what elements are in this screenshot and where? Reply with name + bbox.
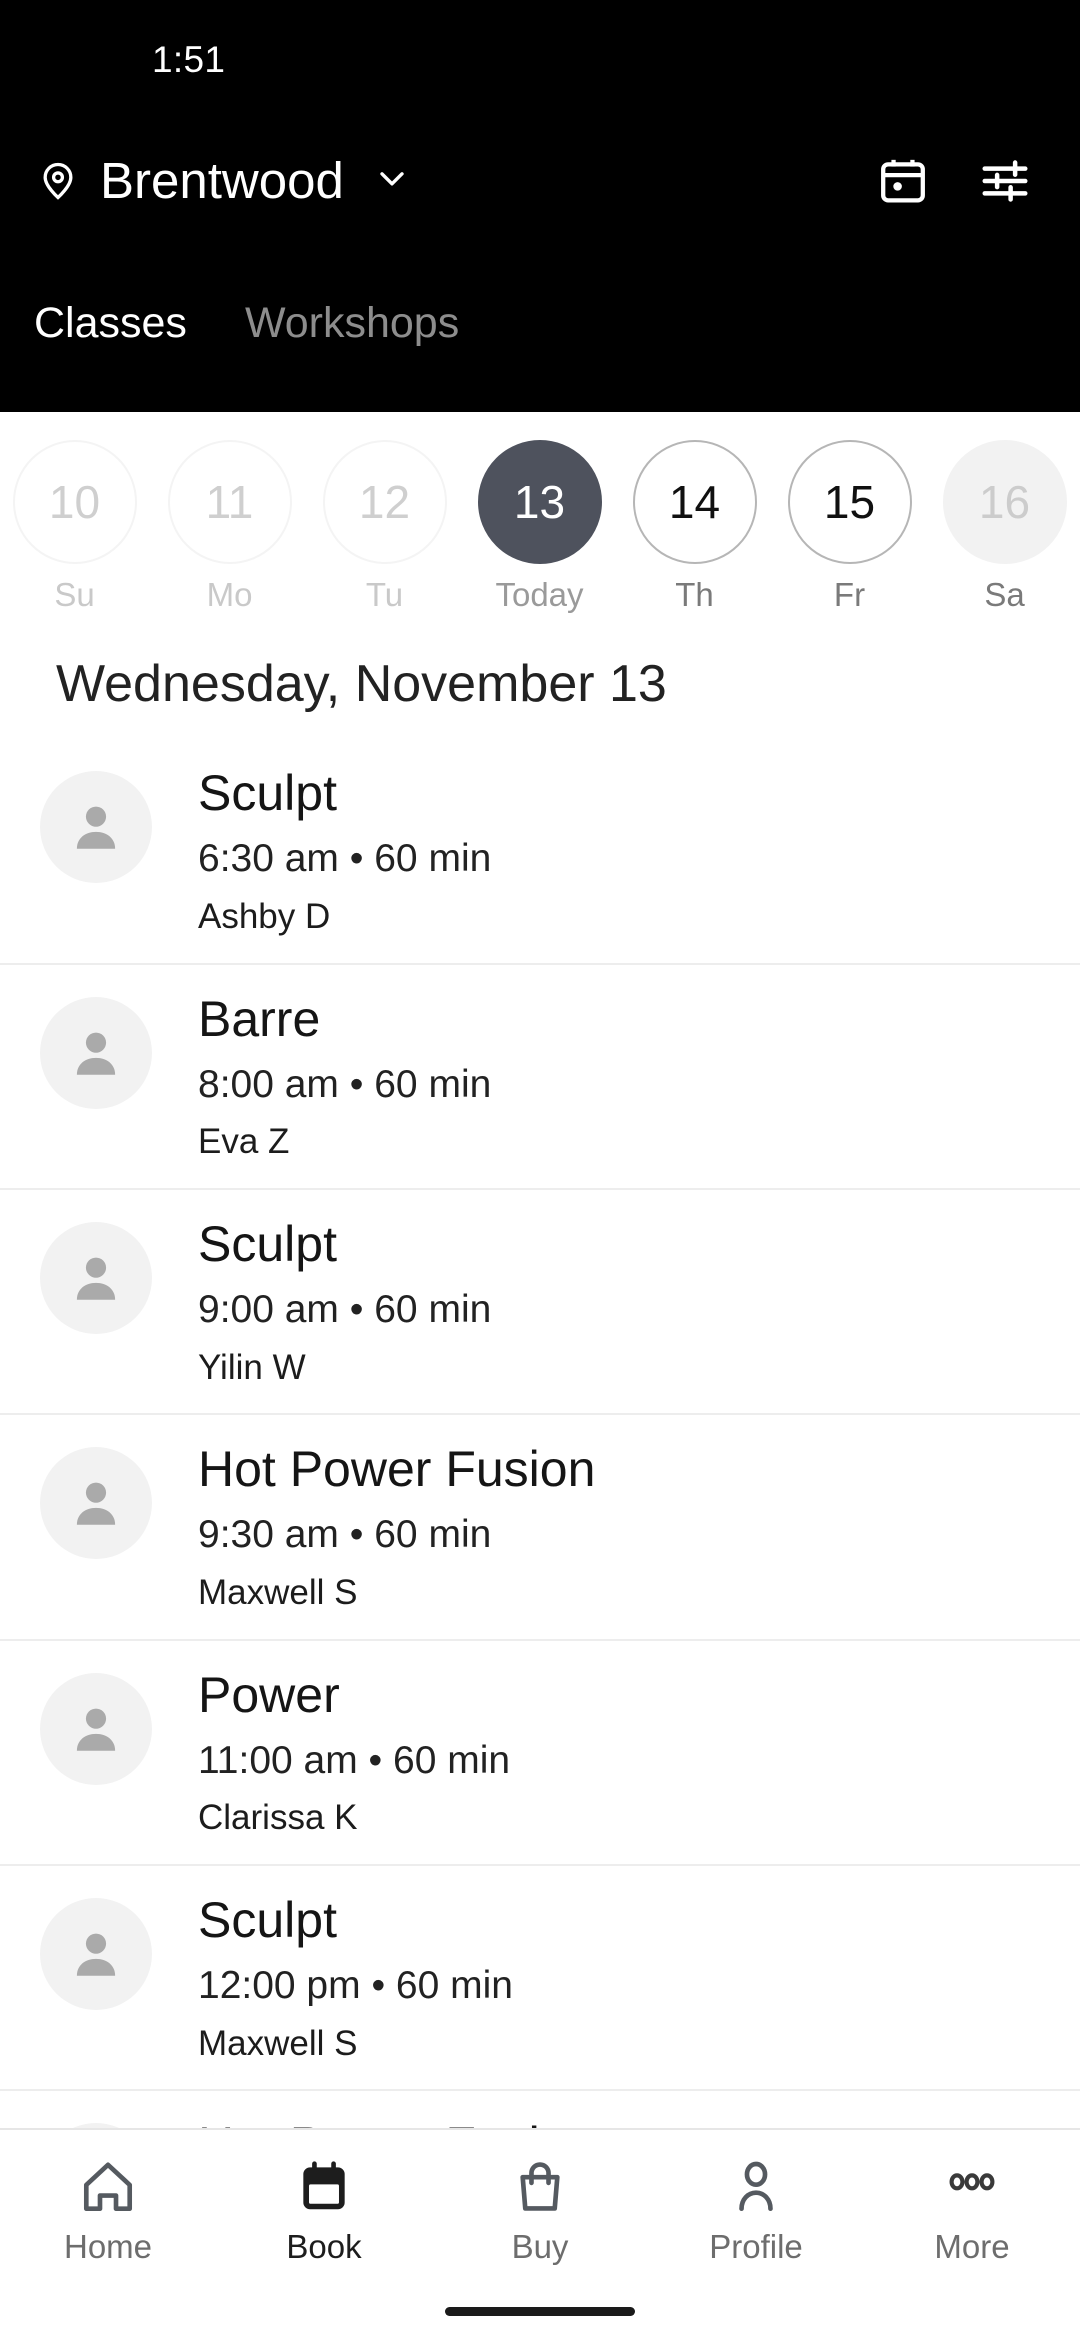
date-number: 16 xyxy=(942,440,1067,564)
location-pin-icon xyxy=(36,159,80,203)
shopping-bag-icon xyxy=(509,2156,571,2218)
date-dow-label: Mo xyxy=(206,576,253,613)
date-number: 13 xyxy=(477,440,602,564)
date-dow-label: Th xyxy=(675,576,714,613)
chevron-down-icon xyxy=(364,158,412,203)
date-dow-label: Tu xyxy=(365,576,404,613)
date-dow-label: Today xyxy=(495,576,584,613)
nav-label: Profile xyxy=(709,2228,803,2265)
person-avatar-icon xyxy=(40,1221,152,1334)
class-list-item[interactable]: Sculpt 9:00 am • 60 min Yilin W xyxy=(0,1190,1080,1416)
home-icon xyxy=(77,2156,139,2218)
class-info: Sculpt 9:00 am • 60 min Yilin W xyxy=(152,1216,491,1387)
date-chip-14[interactable]: 14 Th xyxy=(617,440,772,611)
tab-workshops[interactable]: Workshops xyxy=(245,302,459,353)
date-chip-11[interactable]: 11 Mo xyxy=(152,440,307,611)
nav-item-more[interactable]: More xyxy=(864,2156,1080,2263)
tab-classes[interactable]: Classes xyxy=(34,302,187,353)
class-info: Sculpt 6:30 am • 60 min Ashby D xyxy=(152,765,491,936)
class-list-item[interactable]: Hot Power Fusion 9:30 am • 60 min Maxwel… xyxy=(0,1415,1080,1641)
nav-label: Book xyxy=(286,2228,362,2265)
header-actions xyxy=(876,154,1032,208)
location-selector[interactable]: Brentwood xyxy=(36,151,876,210)
class-teacher: Clarissa K xyxy=(198,1798,358,1838)
class-list[interactable]: Sculpt 6:30 am • 60 min Ashby D Barre 8:… xyxy=(0,739,1080,2340)
day-heading: Wednesday, November 13 xyxy=(56,655,667,713)
calendar-icon[interactable] xyxy=(876,154,930,208)
nav-label: Buy xyxy=(511,2228,569,2265)
date-strip[interactable]: 10 Su 11 Mo 12 Tu 13 Today 14 Th 15 Fr 1… xyxy=(0,412,1080,642)
person-avatar-icon xyxy=(40,1897,152,2010)
class-title: Sculpt xyxy=(198,1891,337,1948)
location-row: Brentwood xyxy=(0,118,1080,243)
app-screen: 1:51 Brentwood Classes Workshops 10 Su 1… xyxy=(0,0,1080,2340)
class-teacher: Ashby D xyxy=(198,897,331,937)
class-meta: 8:00 am • 60 min xyxy=(198,1062,492,1106)
class-info: Hot Power Fusion 9:30 am • 60 min Maxwel… xyxy=(152,1441,595,1612)
header-tabs: Classes Workshops xyxy=(0,243,1080,353)
class-meta: 9:00 am • 60 min xyxy=(198,1287,492,1331)
date-dow-label: Fr xyxy=(833,576,866,613)
person-avatar-icon xyxy=(40,1447,152,1560)
person-avatar-icon xyxy=(40,996,152,1109)
date-number: 15 xyxy=(787,440,912,564)
class-meta: 11:00 am • 60 min xyxy=(198,1738,511,1782)
person-icon xyxy=(725,2156,787,2218)
class-info: Barre 8:00 am • 60 min Eva Z xyxy=(152,991,491,1162)
nav-item-home[interactable]: Home xyxy=(0,2156,216,2263)
person-avatar-icon xyxy=(40,1672,152,1785)
app-header: 1:51 Brentwood Classes Workshops xyxy=(0,0,1080,412)
class-meta: 6:30 am • 60 min xyxy=(198,837,492,881)
nav-label: More xyxy=(934,2228,1010,2265)
home-indicator xyxy=(445,2307,635,2316)
date-number: 14 xyxy=(632,440,757,564)
status-bar: 1:51 xyxy=(0,0,1080,118)
location-name: Brentwood xyxy=(100,152,344,209)
class-teacher: Yilin W xyxy=(198,1347,306,1387)
date-dow-label: Sa xyxy=(984,576,1025,613)
class-teacher: Maxwell S xyxy=(198,2023,358,2063)
class-title: Hot Power Fusion xyxy=(198,1441,596,1498)
date-number: 11 xyxy=(167,440,292,564)
class-meta: 12:00 pm • 60 min xyxy=(198,1963,513,2007)
date-number: 12 xyxy=(322,440,447,564)
class-info: Power 11:00 am • 60 min Clarissa K xyxy=(152,1667,510,1838)
status-bar-clock: 1:51 xyxy=(152,38,226,80)
date-number: 10 xyxy=(12,440,137,564)
class-teacher: Eva Z xyxy=(198,1122,290,1162)
filter-sliders-icon[interactable] xyxy=(978,154,1032,208)
class-list-item[interactable]: Power 11:00 am • 60 min Clarissa K xyxy=(0,1641,1080,1866)
date-chip-16[interactable]: 16 Sa xyxy=(927,440,1080,611)
class-list-item[interactable]: Sculpt 12:00 pm • 60 min Maxwell S xyxy=(0,1866,1080,2092)
calendar-filled-icon xyxy=(293,2156,355,2218)
class-info: Sculpt 12:00 pm • 60 min Maxwell S xyxy=(152,1892,513,2063)
nav-item-buy[interactable]: Buy xyxy=(432,2156,648,2263)
date-chip-10[interactable]: 10 Su xyxy=(0,440,152,611)
date-dow-label: Su xyxy=(54,576,95,613)
nav-item-profile[interactable]: Profile xyxy=(648,2156,864,2263)
class-title: Barre xyxy=(198,990,321,1047)
class-teacher: Maxwell S xyxy=(198,1573,358,1613)
class-list-item[interactable]: Sculpt 6:30 am • 60 min Ashby D xyxy=(0,739,1080,965)
date-chip-13-selected[interactable]: 13 Today xyxy=(462,440,617,611)
nav-item-book[interactable]: Book xyxy=(216,2156,432,2263)
more-dots-icon xyxy=(941,2156,1003,2218)
date-chip-15[interactable]: 15 Fr xyxy=(772,440,927,611)
class-title: Power xyxy=(198,1666,340,1723)
class-title: Sculpt xyxy=(198,1215,337,1272)
class-meta: 9:30 am • 60 min xyxy=(198,1513,492,1557)
nav-label: Home xyxy=(63,2228,153,2265)
class-title: Sculpt xyxy=(198,765,337,822)
class-list-item[interactable]: Barre 8:00 am • 60 min Eva Z xyxy=(0,965,1080,1190)
date-chip-12[interactable]: 12 Tu xyxy=(307,440,462,611)
person-avatar-icon xyxy=(40,771,152,884)
